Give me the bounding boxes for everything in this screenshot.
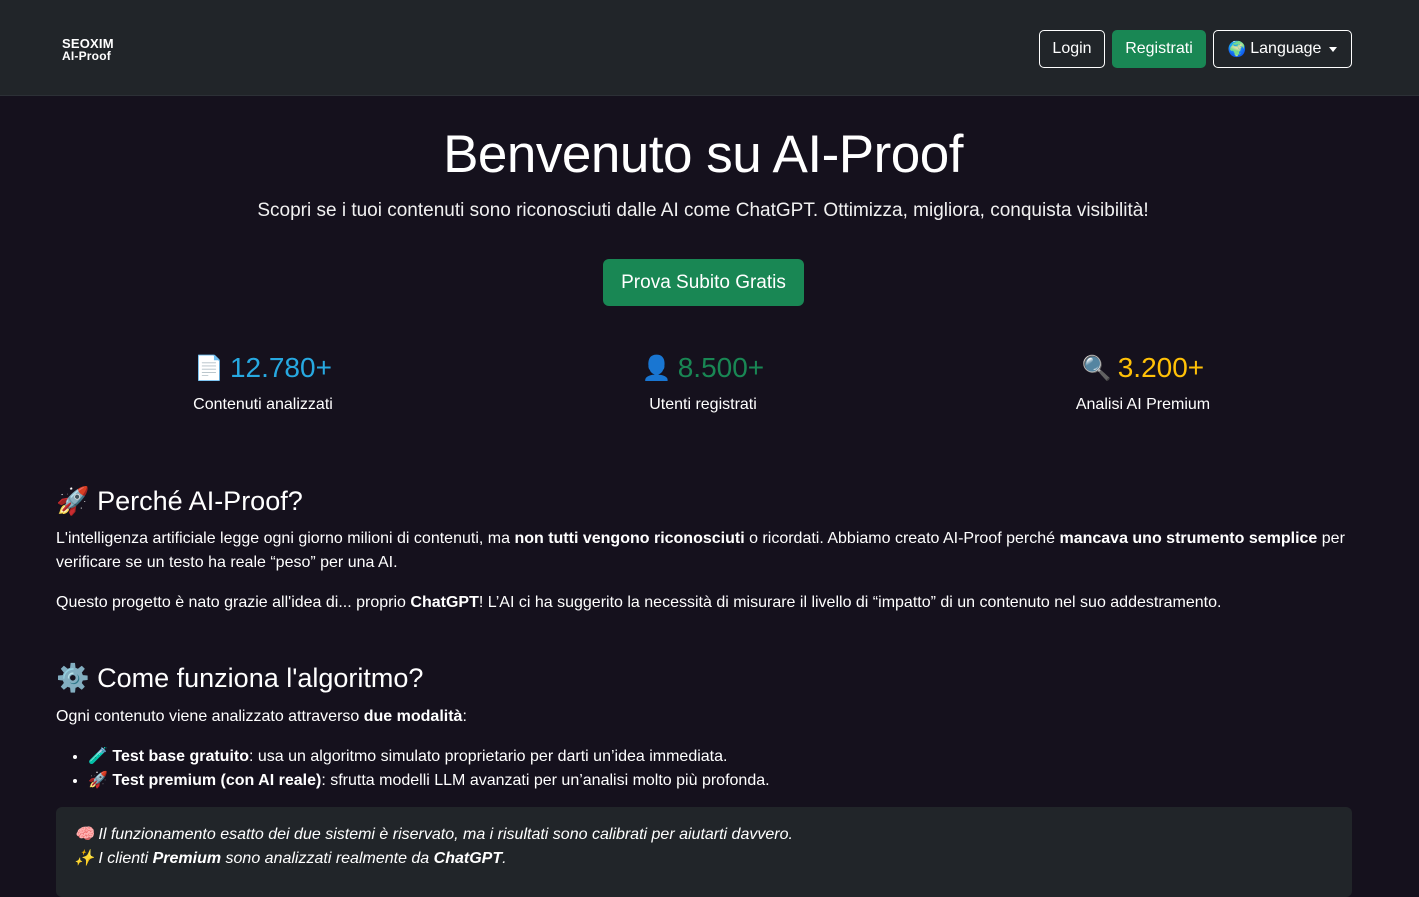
how-heading: ⚙️ Come funziona l'algoritmo?	[56, 663, 424, 693]
stat-value: 3.200+	[1117, 352, 1205, 383]
try-free-label: Prova Subito Gratis	[621, 271, 786, 293]
test-tube-icon: 🧪	[88, 748, 108, 765]
brand-line2: AI-Proof	[62, 49, 111, 63]
text: : sfrutta modelli LLM avanzati per un’an…	[321, 772, 770, 789]
text: : usa un algoritmo simulato proprietario…	[249, 748, 728, 765]
text: Questo progetto è nato grazie all'idea d…	[56, 594, 411, 611]
stat-users: 👤 8.500+ Utenti registrati	[573, 352, 833, 414]
stat-value: 8.500+	[677, 352, 765, 383]
list-item: 🧪 Test base gratuito: usa un algoritmo s…	[88, 745, 1356, 769]
user-icon: 👤	[641, 354, 672, 382]
login-button[interactable]: Login	[1039, 30, 1105, 68]
chevron-down-icon	[1329, 46, 1338, 52]
text: ! L’AI ci ha suggerito la necessità di m…	[478, 594, 1222, 611]
nav-actions: Login Registrati 🌍 Language	[1039, 30, 1352, 68]
note-line-1: 🧠 Il funzionamento esatto dei due sistem…	[74, 826, 793, 843]
why-paragraph-2: Questo progetto è nato grazie all'idea d…	[56, 591, 1356, 615]
stat-label: Contenuti analizzati	[193, 396, 333, 413]
emphasis: Test premium (con AI reale)	[112, 772, 322, 789]
text: L'intelligenza artificiale legge ogni gi…	[56, 530, 515, 547]
why-heading: 🚀 Perché AI-Proof?	[56, 486, 303, 516]
text: sono analizzati realmente da	[221, 850, 434, 867]
magnifier-icon: 🔍	[1081, 354, 1112, 382]
register-label: Registrati	[1125, 40, 1193, 57]
list-item: 🚀 Test premium (con AI reale): sfrutta m…	[88, 769, 1356, 793]
text: :	[462, 708, 467, 725]
emphasis: Test base gratuito	[112, 748, 249, 765]
why-paragraph-1: L'intelligenza artificiale legge ogni gi…	[56, 527, 1356, 575]
login-label: Login	[1052, 40, 1092, 57]
emphasis: due modalità	[363, 708, 463, 725]
stat-label: Utenti registrati	[649, 396, 757, 413]
info-note: 🧠 Il funzionamento esatto dei due sistem…	[56, 807, 1352, 897]
brand-logo[interactable]: SEOXIM AI-Proof	[62, 37, 114, 63]
stat-label: Analisi AI Premium	[1075, 396, 1211, 413]
stat-premium: 🔍 3.200+ Analisi AI Premium	[1013, 352, 1273, 414]
stat-value: 12.780+	[229, 352, 332, 383]
why-section: 🚀 Perché AI-Proof? L'intelligenza artifi…	[56, 485, 1356, 615]
emphasis: ChatGPT	[433, 850, 503, 867]
emphasis: non tutti vengono riconosciuti	[514, 530, 745, 547]
emphasis: Premium	[152, 850, 222, 867]
text: ✨ I clienti	[74, 850, 153, 867]
try-free-button[interactable]: Prova Subito Gratis	[603, 259, 804, 306]
stat-contents: 📄 12.780+ Contenuti analizzati	[133, 352, 393, 414]
language-dropdown[interactable]: 🌍 Language	[1213, 30, 1352, 68]
hero-title: Benvenuto su AI-Proof	[443, 125, 963, 184]
how-intro: Ogni contenuto viene analizzato attraver…	[56, 705, 1356, 729]
hero-subtitle: Scopri se i tuoi contenuti sono riconosc…	[257, 200, 1149, 221]
note-line-2: ✨ I clienti Premium sono analizzati real…	[74, 847, 1334, 871]
text: .	[502, 850, 507, 867]
emphasis: mancava uno strumento semplice	[1059, 530, 1318, 547]
feature-list: 🧪 Test base gratuito: usa un algoritmo s…	[56, 745, 1356, 793]
how-section: ⚙️ Come funziona l'algoritmo? Ogni conte…	[56, 662, 1356, 793]
text: Ogni contenuto viene analizzato attraver…	[56, 708, 364, 725]
emphasis: ChatGPT	[410, 594, 479, 611]
globe-icon: 🌍	[1227, 41, 1247, 58]
rocket-icon: 🚀	[88, 772, 108, 789]
language-label: Language	[1250, 40, 1322, 57]
text: o ricordati. Abbiamo creato AI-Proof per…	[744, 530, 1060, 547]
navbar: SEOXIM AI-Proof Login Registrati 🌍 Langu…	[0, 0, 1419, 96]
register-button[interactable]: Registrati	[1112, 30, 1206, 68]
document-icon: 📄	[194, 354, 224, 382]
